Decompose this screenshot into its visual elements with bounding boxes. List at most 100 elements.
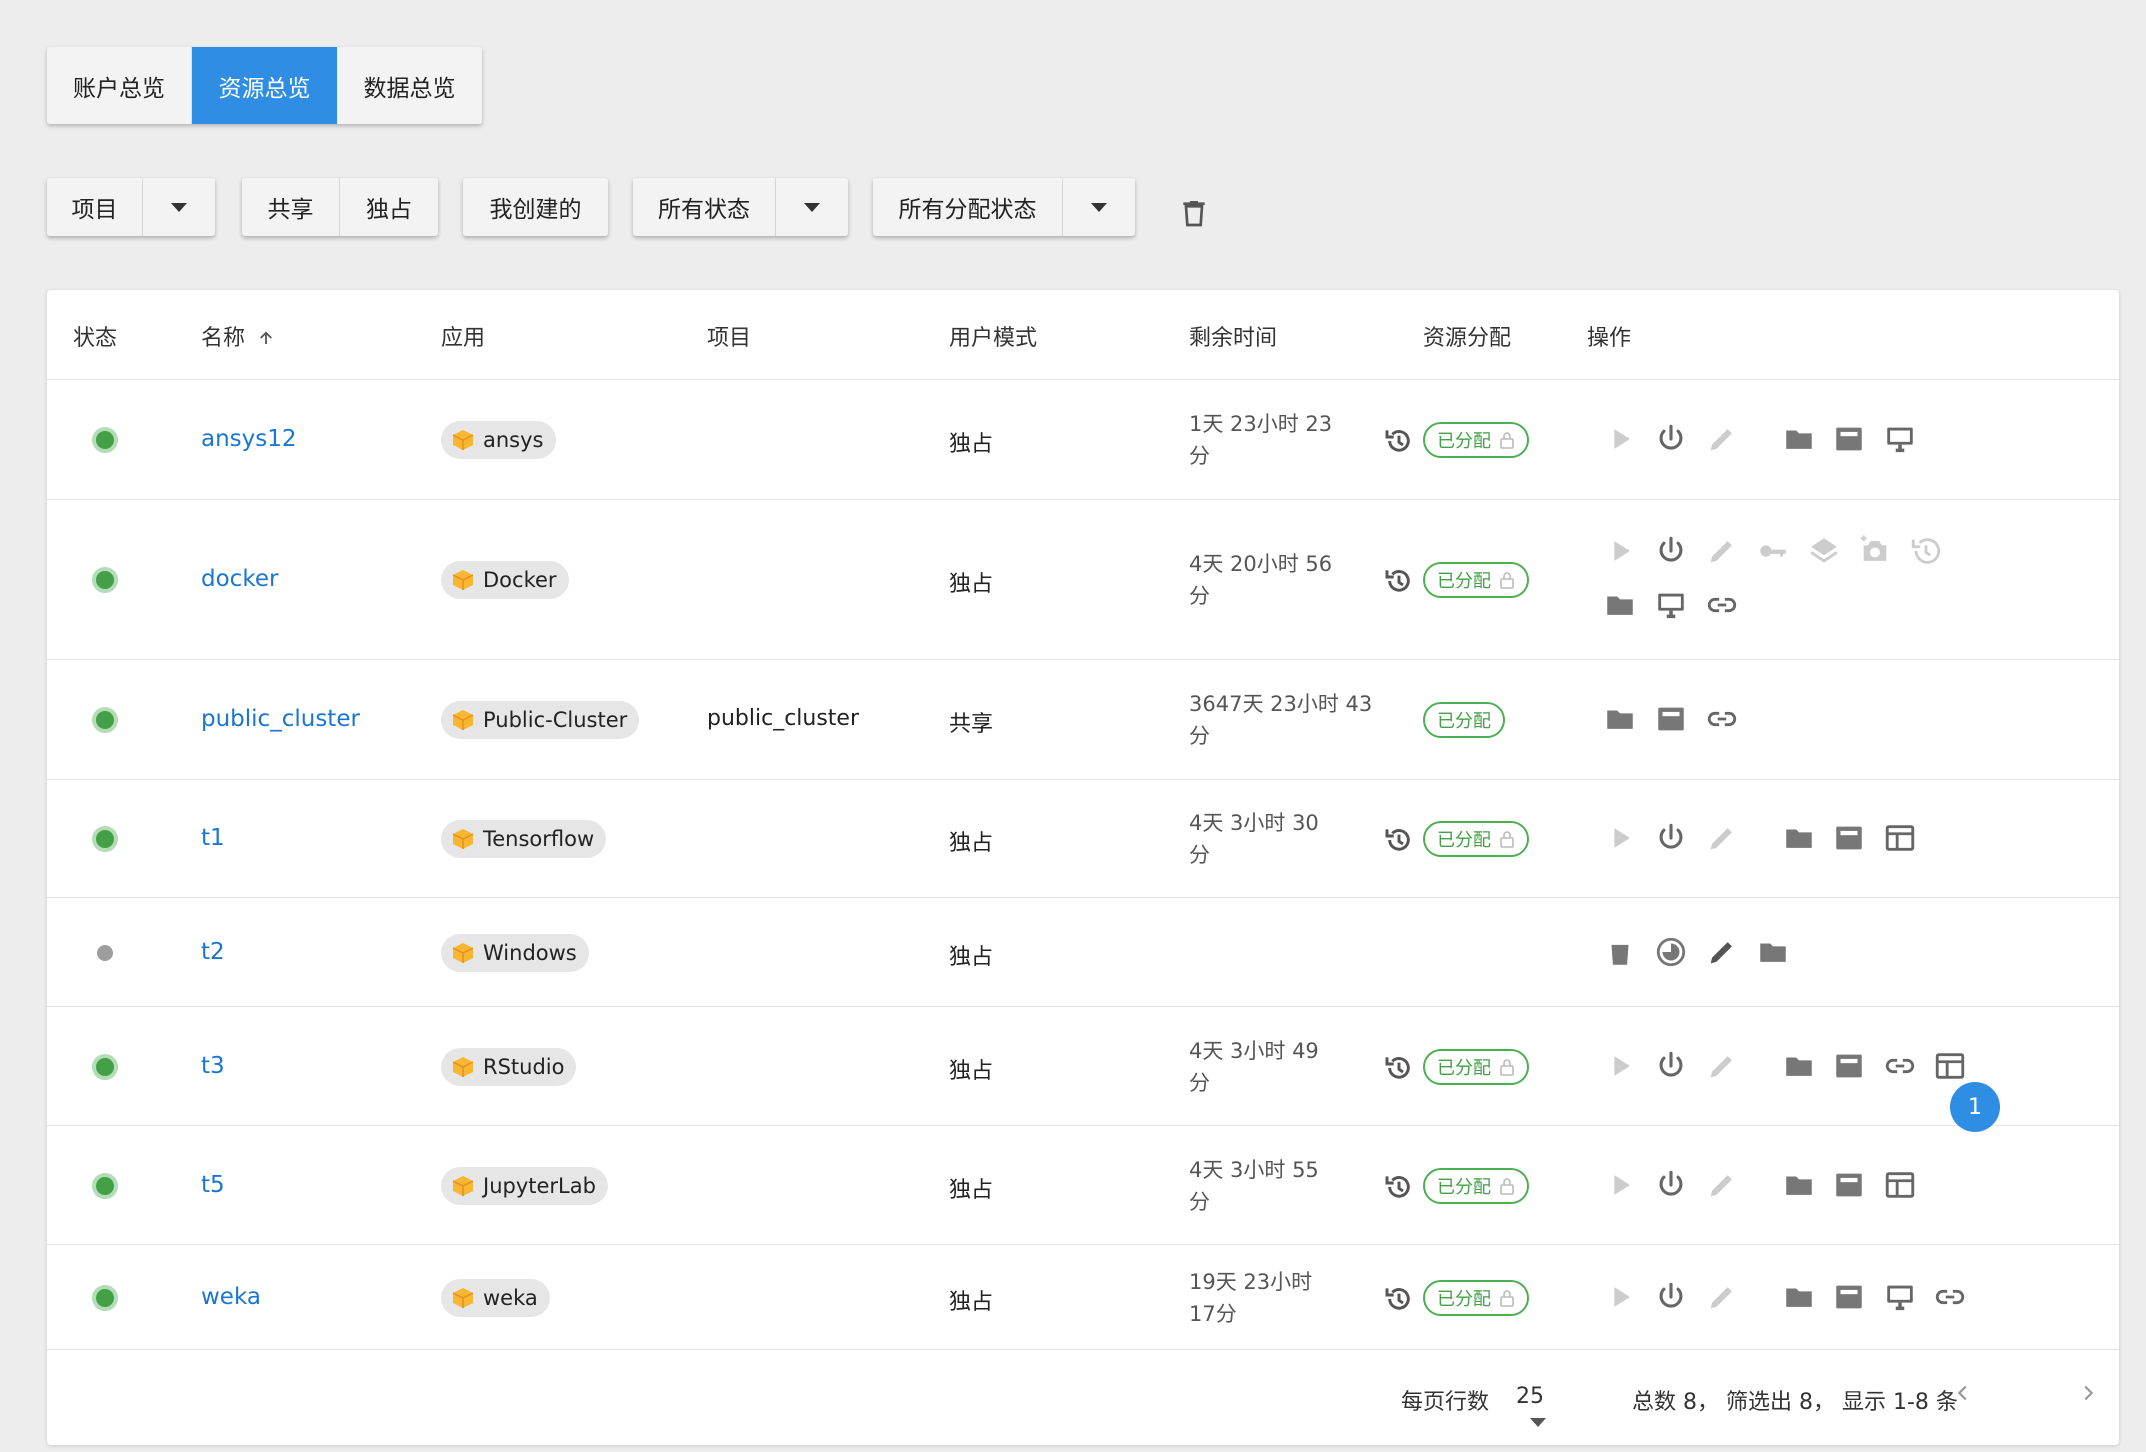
status-indicator: [92, 707, 118, 733]
pie-button[interactable]: [1654, 935, 1688, 969]
terminal-button[interactable]: [1832, 821, 1866, 855]
resource-name-link[interactable]: t2: [201, 939, 225, 965]
project-filter-label[interactable]: 项目: [47, 178, 143, 236]
play-button[interactable]: [1603, 534, 1637, 568]
tab-resource-overview[interactable]: 资源总览: [192, 47, 337, 124]
shared-filter-button[interactable]: 共享: [242, 178, 340, 236]
page-1-button[interactable]: 1: [1950, 1082, 2000, 1132]
play-button[interactable]: [1603, 1280, 1637, 1314]
edit-icon: [1710, 429, 1732, 451]
renew-button[interactable]: [1383, 1171, 1415, 1203]
delete-selected-button[interactable]: [1178, 197, 1210, 229]
tab-data-overview[interactable]: 数据总览: [337, 47, 482, 124]
web-button[interactable]: [1883, 1168, 1917, 1202]
web-button[interactable]: [1933, 1049, 1967, 1083]
folder-button[interactable]: [1782, 1168, 1816, 1202]
alloc-dropdown-button[interactable]: [1063, 178, 1135, 236]
desktop-button[interactable]: [1883, 422, 1917, 456]
renew-button[interactable]: [1383, 824, 1415, 856]
app-name: Public-Cluster: [483, 708, 628, 732]
prev-page-button[interactable]: [1952, 1380, 1974, 1406]
play-button[interactable]: [1603, 1049, 1637, 1083]
power-button[interactable]: [1654, 1168, 1688, 1202]
layers-button[interactable]: [1807, 534, 1841, 568]
desktop-button[interactable]: [1654, 588, 1688, 622]
play-icon: [1614, 1174, 1630, 1195]
rows-per-page-select[interactable]: 25: [1516, 1384, 1546, 1427]
folder-button[interactable]: [1782, 422, 1816, 456]
resource-name-link[interactable]: t1: [201, 825, 225, 851]
play-button[interactable]: [1603, 1168, 1637, 1202]
remaining-time-line2: 分: [1189, 724, 1210, 748]
resource-name-link[interactable]: ansys12: [201, 426, 297, 452]
resource-name-link[interactable]: weka: [201, 1284, 261, 1310]
edit-button[interactable]: [1705, 935, 1739, 969]
link-button[interactable]: [1933, 1280, 1967, 1314]
status-dropdown-button[interactable]: [776, 178, 848, 236]
folder-button[interactable]: [1782, 1049, 1816, 1083]
power-button[interactable]: [1654, 534, 1688, 568]
terminal-icon: [1836, 427, 1862, 451]
terminal-button[interactable]: [1832, 1168, 1866, 1202]
renew-button[interactable]: [1383, 425, 1415, 457]
created-by-me-button[interactable]: 我创建的: [463, 178, 608, 236]
remaining-time-line1: 1天 23小时 23: [1189, 412, 1333, 436]
folder-button[interactable]: [1756, 935, 1790, 969]
edit-button[interactable]: [1705, 422, 1739, 456]
delete-button[interactable]: [1603, 935, 1637, 969]
link-button[interactable]: [1705, 702, 1739, 736]
exclusive-filter-button[interactable]: 独占: [340, 178, 438, 236]
terminal-button[interactable]: [1832, 422, 1866, 456]
restore-button[interactable]: [1909, 534, 1943, 568]
resource-name-link[interactable]: public_cluster: [201, 706, 360, 732]
snapshot-button[interactable]: [1858, 534, 1892, 568]
app-name: Tensorflow: [483, 827, 595, 851]
resource-name-link[interactable]: t3: [201, 1053, 225, 1079]
edit-button[interactable]: [1705, 1049, 1739, 1083]
play-button[interactable]: [1603, 422, 1637, 456]
allocation-badge: 已分配: [1423, 422, 1529, 458]
play-button[interactable]: [1603, 821, 1637, 855]
link-button[interactable]: [1883, 1049, 1917, 1083]
folder-icon: [1786, 1176, 1812, 1195]
allocation-badge: 已分配: [1423, 1167, 1529, 1204]
terminal-button[interactable]: [1654, 702, 1688, 736]
user-mode-value: 共享: [949, 712, 994, 737]
remaining-time-line2: 分: [1189, 444, 1210, 468]
power-button[interactable]: [1654, 821, 1688, 855]
web-button[interactable]: [1883, 821, 1917, 855]
user-mode-value: 独占: [949, 1177, 994, 1203]
resource-name-link[interactable]: docker: [201, 566, 278, 592]
tab-account-overview[interactable]: 账户总览: [47, 47, 192, 124]
folder-button[interactable]: [1782, 1280, 1816, 1314]
terminal-button[interactable]: [1832, 1049, 1866, 1083]
renew-clock-icon: [1385, 829, 1410, 851]
alloc-filter-label[interactable]: 所有分配状态: [873, 178, 1063, 236]
folder-button[interactable]: [1603, 702, 1637, 736]
status-filter-label[interactable]: 所有状态: [633, 178, 776, 236]
next-page-button[interactable]: [2077, 1380, 2099, 1406]
link-button[interactable]: [1705, 588, 1739, 622]
edit-button[interactable]: [1705, 534, 1739, 568]
allocation-badge: 已分配: [1423, 702, 1505, 738]
col-name[interactable]: 名称: [201, 320, 275, 352]
folder-button[interactable]: [1782, 821, 1816, 855]
mine-filter: 我创建的: [463, 178, 608, 236]
power-button[interactable]: [1654, 1049, 1688, 1083]
renew-button[interactable]: [1383, 1283, 1415, 1315]
folder-button[interactable]: [1603, 588, 1637, 622]
renew-button[interactable]: [1383, 1052, 1415, 1084]
renew-button[interactable]: [1383, 565, 1415, 597]
project-dropdown-button[interactable]: [143, 178, 215, 236]
key-button[interactable]: [1756, 534, 1790, 568]
resource-name-link[interactable]: t5: [201, 1172, 225, 1198]
edit-button[interactable]: [1705, 821, 1739, 855]
edit-button[interactable]: [1705, 1280, 1739, 1314]
desktop-button[interactable]: [1883, 1280, 1917, 1314]
power-button[interactable]: [1654, 1280, 1688, 1314]
edit-button[interactable]: [1705, 1168, 1739, 1202]
link-icon: [1935, 1289, 1965, 1304]
terminal-button[interactable]: [1832, 1280, 1866, 1314]
status-indicator: [92, 1172, 118, 1199]
power-button[interactable]: [1654, 422, 1688, 456]
